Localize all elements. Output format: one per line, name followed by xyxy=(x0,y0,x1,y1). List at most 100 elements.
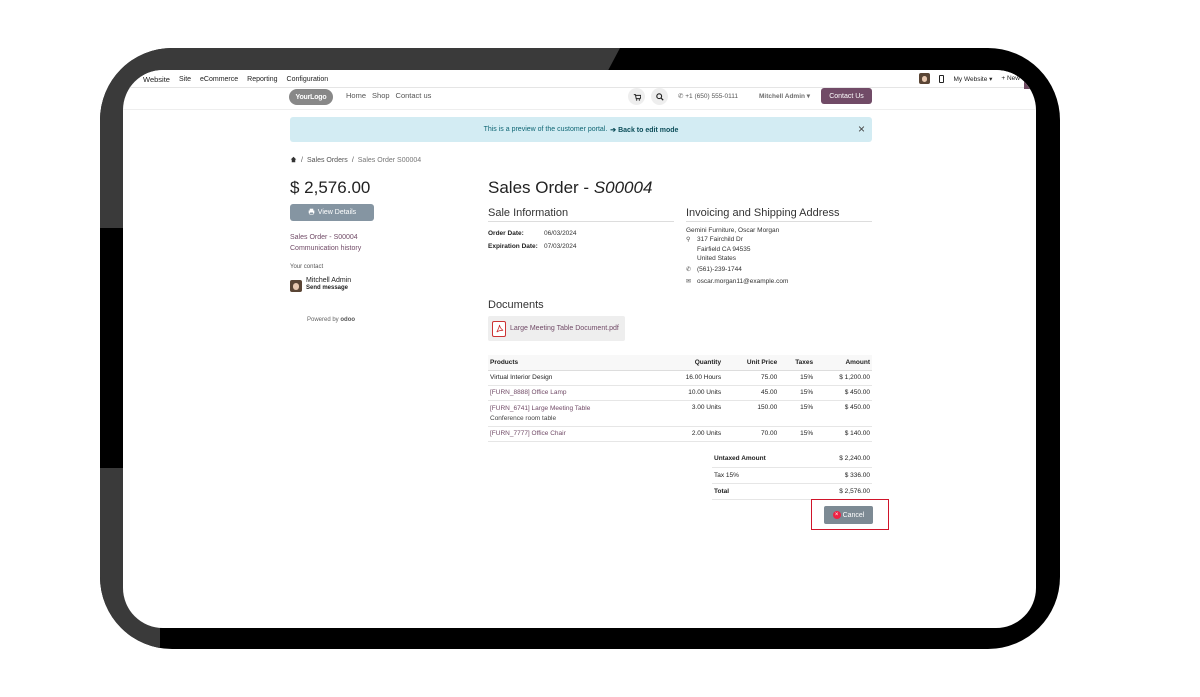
street: 317 Fairchild Dr xyxy=(697,236,743,243)
stage: Website Site eCommerce Reporting Configu… xyxy=(0,0,1200,697)
country: United States xyxy=(697,255,737,262)
order-amount: $ 2,576.00 xyxy=(290,178,371,197)
quantity: 16.00 Hours xyxy=(658,370,724,386)
user-avatar[interactable] xyxy=(919,73,931,84)
product-link[interactable]: [FURN_8888] Office Lamp xyxy=(490,389,566,396)
breadcrumb-separator: / xyxy=(301,157,303,164)
menu-site[interactable]: Site xyxy=(179,76,191,83)
breadcrumb-current: Sales Order S00004 xyxy=(357,157,422,164)
phone-number[interactable]: ✆ +1 (650) 555-0111 xyxy=(678,92,738,100)
preview-text: This is a preview of the customer portal… xyxy=(483,126,608,133)
table-row: Virtual Interior Design 16.00 Hours 75.0… xyxy=(488,370,872,386)
envelope-icon: ✉ xyxy=(686,279,692,285)
menu-ecommerce[interactable]: eCommerce xyxy=(200,76,238,83)
preview-banner: This is a preview of the customer portal… xyxy=(290,117,872,142)
table-row: [FURN_8888] Office Lamp 10.00 Units 45.0… xyxy=(488,385,872,401)
line-amount: $ 450.00 xyxy=(815,400,872,427)
quantity: 10.00 Units xyxy=(658,385,724,401)
link-sales-order[interactable]: Sales Order - S00004 xyxy=(290,232,361,243)
view-details-label: View Details xyxy=(317,209,357,216)
document-name: Large Meeting Table Document.pdf xyxy=(510,325,619,332)
cancel-button[interactable]: × Cancel xyxy=(824,506,873,524)
address-block: Gemini Furniture, Oscar Morgan ⚲ 317 Fair… xyxy=(686,226,788,287)
tax: 15% xyxy=(779,370,816,386)
close-icon[interactable]: × xyxy=(858,123,865,135)
pdf-icon xyxy=(492,320,506,337)
sale-info-heading: Sale Information xyxy=(488,207,674,222)
cancel-icon: × xyxy=(832,511,841,519)
link-communication-history[interactable]: Communication history xyxy=(290,243,361,254)
tax: 15% xyxy=(779,426,816,442)
breadcrumb-separator: / xyxy=(351,157,354,164)
phone-icon: ✆ xyxy=(686,267,692,273)
table-row: [FURN_6741] Large Meeting Table Conferenc… xyxy=(488,400,872,427)
address-heading: Invoicing and Shipping Address xyxy=(686,207,872,222)
title-prefix: Sales Order - xyxy=(488,178,594,197)
view-details-button[interactable]: View Details xyxy=(290,204,374,221)
expiration-date: 07/03/2024 xyxy=(544,243,577,250)
nav-home[interactable]: Home xyxy=(346,91,366,100)
my-website-menu[interactable]: My Website ▾ xyxy=(953,75,992,83)
quantity: 3.00 Units xyxy=(658,400,724,427)
tax-row: Tax 15% $ 336.00 xyxy=(712,467,872,484)
total-label: Total xyxy=(712,483,811,500)
new-button[interactable]: + New xyxy=(1001,75,1020,82)
product-link[interactable]: [FURN_6741] Large Meeting Table xyxy=(490,405,590,412)
app-brand[interactable]: Website xyxy=(143,75,170,84)
site-nav: YourLogo Home Shop Contact us ✆ +1 (650)… xyxy=(123,88,1036,110)
document-attachment[interactable]: Large Meeting Table Document.pdf xyxy=(488,316,625,341)
mobile-preview-icon[interactable] xyxy=(939,74,945,83)
sidebar-links: Sales Order - S00004 Communication histo… xyxy=(290,232,361,254)
total-amount: $ 2,576.00 xyxy=(810,483,872,500)
unit-price: 150.00 xyxy=(723,400,780,427)
order-date: 06/03/2024 xyxy=(544,230,577,237)
nav-contact-us[interactable]: Contact us xyxy=(396,91,432,100)
col-amount: Amount xyxy=(815,355,872,371)
col-taxes: Taxes xyxy=(779,355,816,371)
unit-price: 75.00 xyxy=(723,370,780,386)
customer-phone: (561)-239-1744 xyxy=(697,266,742,273)
customer-email: oscar.morgan11@example.com xyxy=(697,278,789,285)
contact-us-button[interactable]: Contact Us xyxy=(821,88,872,104)
cancel-label: Cancel xyxy=(842,511,865,519)
tax-label: Tax 15% xyxy=(712,467,811,484)
order-date-label: Order Date: xyxy=(488,230,524,237)
search-icon[interactable] xyxy=(651,88,668,105)
send-message-link[interactable]: Send message xyxy=(306,285,351,291)
unit-price: 70.00 xyxy=(723,426,780,442)
user-menu[interactable]: Mitchell Admin ▾ xyxy=(759,92,810,100)
cancel-highlight: × Cancel xyxy=(811,499,889,530)
powered-by: Powered by odoo xyxy=(307,317,355,323)
home-icon[interactable] xyxy=(290,156,297,165)
breadcrumb-sales-orders[interactable]: Sales Orders xyxy=(307,157,348,164)
print-icon xyxy=(308,208,315,217)
tax: 15% xyxy=(779,385,816,401)
admin-bar: Website Site eCommerce Reporting Configu… xyxy=(123,70,1036,89)
documents-heading: Documents xyxy=(488,299,544,311)
cart-icon[interactable] xyxy=(628,88,645,105)
line-amount: $ 140.00 xyxy=(815,426,872,442)
col-quantity: Quantity xyxy=(658,355,724,371)
nav-shop[interactable]: Shop xyxy=(372,91,390,100)
col-unit-price: Unit Price xyxy=(723,355,780,371)
line-amount: $ 450.00 xyxy=(815,385,872,401)
product-link[interactable]: [FURN_7777] Office Chair xyxy=(490,430,566,437)
table-header: Products Quantity Unit Price Taxes Amoun… xyxy=(488,355,872,371)
total-row: Total $ 2,576.00 xyxy=(712,483,872,500)
edit-corner[interactable] xyxy=(1024,70,1036,89)
tax: 15% xyxy=(779,400,816,427)
site-logo[interactable]: YourLogo xyxy=(289,89,333,105)
line-amount: $ 1,200.00 xyxy=(815,370,872,386)
page-title: Sales Order - S00004 xyxy=(488,178,652,198)
totals-table: Untaxed Amount $ 2,240.00 Tax 15% $ 336.… xyxy=(712,451,872,500)
customer-name: Gemini Furniture, Oscar Morgan xyxy=(686,227,780,234)
quantity: 2.00 Units xyxy=(658,426,724,442)
order-lines-table: Products Quantity Unit Price Taxes Amoun… xyxy=(488,355,872,442)
odoo-logo[interactable]: odoo xyxy=(340,317,355,323)
menu-configuration[interactable]: Configuration xyxy=(287,76,329,83)
product-name: Virtual Interior Design xyxy=(488,370,659,386)
menu-reporting[interactable]: Reporting xyxy=(247,76,277,83)
untaxed-label: Untaxed Amount xyxy=(712,451,811,468)
back-to-edit-link[interactable]: ➔ Back to edit mode xyxy=(610,126,678,134)
unit-price: 45.00 xyxy=(723,385,780,401)
